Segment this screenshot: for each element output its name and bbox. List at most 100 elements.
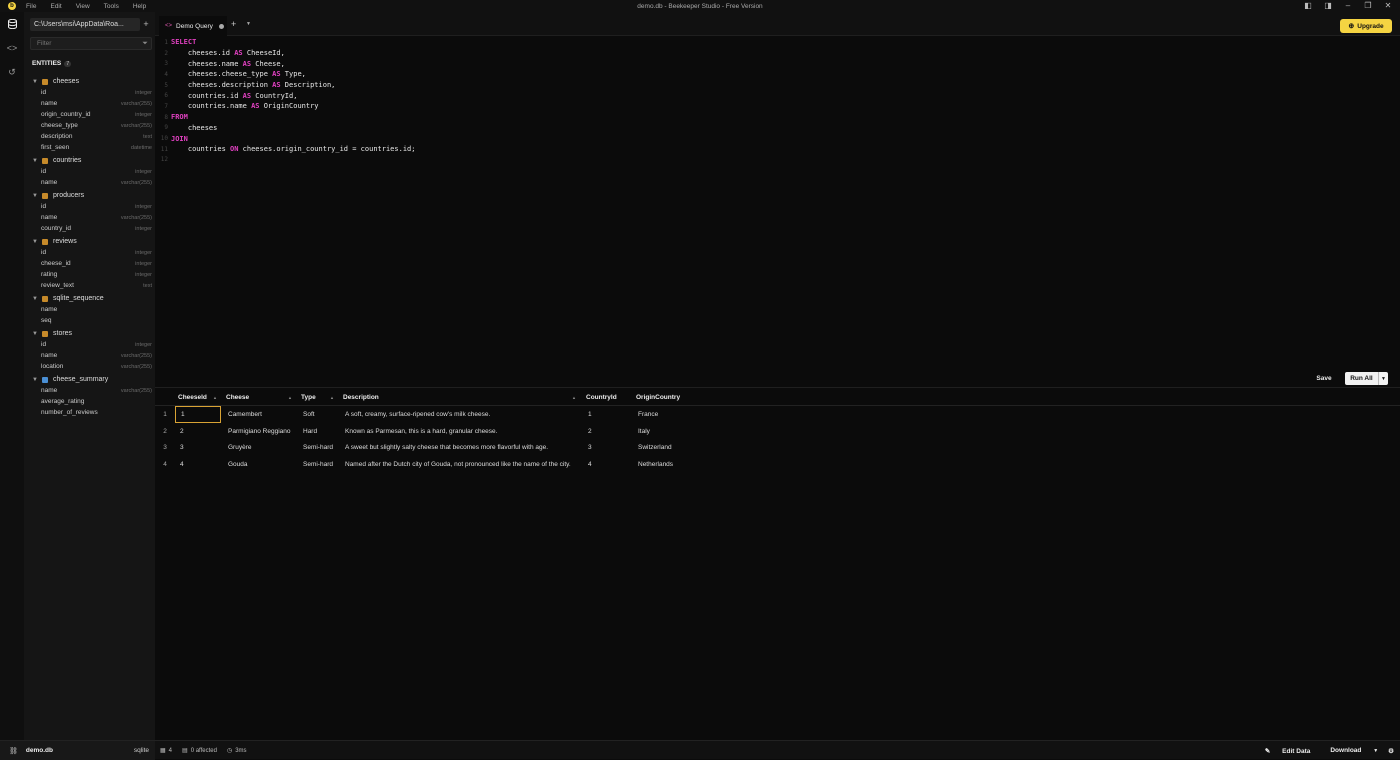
table-row[interactable]: 4 4 Gouda Semi-hard Named after the Dutch ci… <box>155 456 1400 473</box>
table-row[interactable]: 1 1 Camembert Soft A soft, creamy, surface-r… <box>155 406 1400 423</box>
column-header-countryid[interactable]: CountryId <box>586 388 631 406</box>
column-header-cheeseid[interactable]: CheeseId ▲ <box>178 388 221 406</box>
expand-chevron-down-icon[interactable]: ▼ <box>32 377 40 383</box>
grid-cell[interactable]: 3 <box>175 439 221 456</box>
toggle-sidebar-icon[interactable]: ◧ <box>1302 1 1314 11</box>
run-all-button[interactable]: Run All <box>1345 372 1378 385</box>
sort-arrow-icon[interactable]: ▲ <box>288 395 296 400</box>
column-item[interactable]: rating integer <box>24 269 155 280</box>
grid-cell[interactable]: Semi-hard <box>298 456 338 473</box>
tab-menu-chevron-down-icon[interactable]: ▼ <box>246 21 251 27</box>
grid-cell[interactable]: Semi-hard <box>298 439 338 456</box>
add-tab-button[interactable]: + <box>231 19 236 29</box>
table-countries[interactable]: ▼ countries <box>24 155 155 166</box>
column-item[interactable]: id integer <box>24 166 155 177</box>
column-item[interactable]: name varchar(255) <box>24 385 155 396</box>
grid-cell[interactable]: A soft, creamy, surface-ripened cow's mi… <box>340 406 580 423</box>
save-button[interactable]: Save <box>1312 372 1336 385</box>
sort-arrow-icon[interactable]: ▲ <box>572 395 580 400</box>
table-sqlite-sequence[interactable]: ▼ sqlite_sequence <box>24 293 155 304</box>
column-header-type[interactable]: Type ▲ <box>301 388 338 406</box>
column-item[interactable]: description text <box>24 131 155 142</box>
column-item[interactable]: name varchar(255) <box>24 177 155 188</box>
toggle-panel-icon[interactable]: ◨ <box>1322 1 1334 11</box>
grid-cell[interactable]: 2 <box>175 423 221 440</box>
column-item[interactable]: origin_country_id integer <box>24 109 155 120</box>
settings-gear-icon[interactable]: ⚙ <box>1388 747 1394 755</box>
table-cheeses[interactable]: ▼ cheeses <box>24 76 155 87</box>
edit-data-button[interactable]: ✎ Edit Data <box>1255 747 1310 755</box>
grid-cell[interactable]: 1 <box>175 406 221 423</box>
grid-cell[interactable]: 3 <box>583 439 631 456</box>
table-row[interactable]: 3 3 Gruyère Semi-hard A sweet but slightly s… <box>155 439 1400 456</box>
upgrade-button[interactable]: ⊕ Upgrade <box>1340 19 1392 33</box>
table-producers[interactable]: ▼ producers <box>24 190 155 201</box>
sort-arrow-icon[interactable]: ▲ <box>330 395 338 400</box>
column-item[interactable]: id integer <box>24 247 155 258</box>
column-item[interactable]: name varchar(255) <box>24 98 155 109</box>
grid-cell[interactable]: Named after the Dutch city of Gouda, not… <box>340 456 580 473</box>
column-item[interactable]: review_text text <box>24 280 155 291</box>
column-item[interactable]: id integer <box>24 201 155 212</box>
grid-cell[interactable]: Camembert <box>223 406 296 423</box>
column-item[interactable]: seq <box>24 315 155 326</box>
maximize-icon[interactable]: ❐ <box>1362 1 1374 11</box>
table-row[interactable]: 2 2 Parmigiano Reggiano Hard Known as Parmes… <box>155 423 1400 440</box>
funnel-icon[interactable]: ⏷ <box>139 40 151 48</box>
menu-edit[interactable]: Edit <box>50 3 61 10</box>
download-button[interactable]: Download ▼ <box>1320 747 1378 754</box>
expand-chevron-down-icon[interactable]: ▼ <box>32 158 40 164</box>
sql-editor[interactable]: 1 SELECT 2 cheeses.id AS CheeseId, 3 cheese… <box>155 37 1400 370</box>
grid-cell[interactable]: Gouda <box>223 456 296 473</box>
expand-chevron-down-icon[interactable]: ▼ <box>32 193 40 199</box>
column-header-cheese[interactable]: Cheese ▲ <box>226 388 296 406</box>
column-header-origincountry[interactable]: OriginCountry <box>636 388 723 406</box>
history-icon[interactable]: ↺ <box>0 60 24 84</box>
menu-file[interactable]: File <box>26 3 36 10</box>
grid-cell[interactable]: Netherlands <box>633 456 723 473</box>
grid-cell[interactable]: A sweet but slightly salty cheese that b… <box>340 439 580 456</box>
column-item[interactable]: location varchar(255) <box>24 361 155 372</box>
expand-chevron-down-icon[interactable]: ▼ <box>32 296 40 302</box>
expand-chevron-down-icon[interactable]: ▼ <box>32 79 40 85</box>
connection-tab[interactable]: C:\Users\msi\AppData\Roa... <box>30 18 140 31</box>
grid-cell[interactable]: Hard <box>298 423 338 440</box>
grid-cell[interactable]: Switzerland <box>633 439 723 456</box>
code-icon[interactable]: <> <box>0 36 24 60</box>
menu-help[interactable]: Help <box>133 3 146 10</box>
column-item[interactable]: id integer <box>24 87 155 98</box>
sort-arrow-icon[interactable]: ▲ <box>213 395 221 400</box>
table-stores[interactable]: ▼ stores <box>24 328 155 339</box>
column-header-description[interactable]: Description ▲ <box>343 388 580 406</box>
column-item[interactable]: name varchar(255) <box>24 350 155 361</box>
grid-cell[interactable]: France <box>633 406 723 423</box>
minimize-icon[interactable]: – <box>1342 1 1354 11</box>
grid-cell[interactable]: 4 <box>175 456 221 473</box>
database-icon[interactable] <box>0 12 24 36</box>
expand-chevron-down-icon[interactable]: ▼ <box>32 331 40 337</box>
menu-tools[interactable]: Tools <box>104 3 119 10</box>
grid-cell[interactable]: 4 <box>583 456 631 473</box>
column-item[interactable]: name varchar(255) <box>24 212 155 223</box>
grid-cell[interactable]: 1 <box>583 406 631 423</box>
column-item[interactable]: name <box>24 304 155 315</box>
tab-demo-query[interactable]: <> Demo Query <box>159 16 227 36</box>
table-reviews[interactable]: ▼ reviews <box>24 236 155 247</box>
expand-chevron-down-icon[interactable]: ▼ <box>32 239 40 245</box>
column-item[interactable]: average_rating <box>24 396 155 407</box>
grid-cell[interactable]: Soft <box>298 406 338 423</box>
grid-cell[interactable]: Parmigiano Reggiano <box>223 423 296 440</box>
column-item[interactable]: id integer <box>24 339 155 350</box>
column-item[interactable]: cheese_type varchar(255) <box>24 120 155 131</box>
column-item[interactable]: cheese_id integer <box>24 258 155 269</box>
menu-view[interactable]: View <box>76 3 90 10</box>
run-options-chevron-down-icon[interactable]: ▼ <box>1378 372 1388 385</box>
filter-input[interactable] <box>31 40 139 47</box>
grid-cell[interactable]: Gruyère <box>223 439 296 456</box>
unsaved-dot-icon[interactable] <box>218 23 224 29</box>
close-icon[interactable]: ✕ <box>1382 1 1394 11</box>
grid-cell[interactable]: Italy <box>633 423 723 440</box>
connection-status[interactable]: ⛓ demo.db sqlite <box>0 741 155 760</box>
grid-cell[interactable]: Known as Parmesan, this is a hard, granu… <box>340 423 580 440</box>
column-item[interactable]: first_seen datetime <box>24 142 155 153</box>
